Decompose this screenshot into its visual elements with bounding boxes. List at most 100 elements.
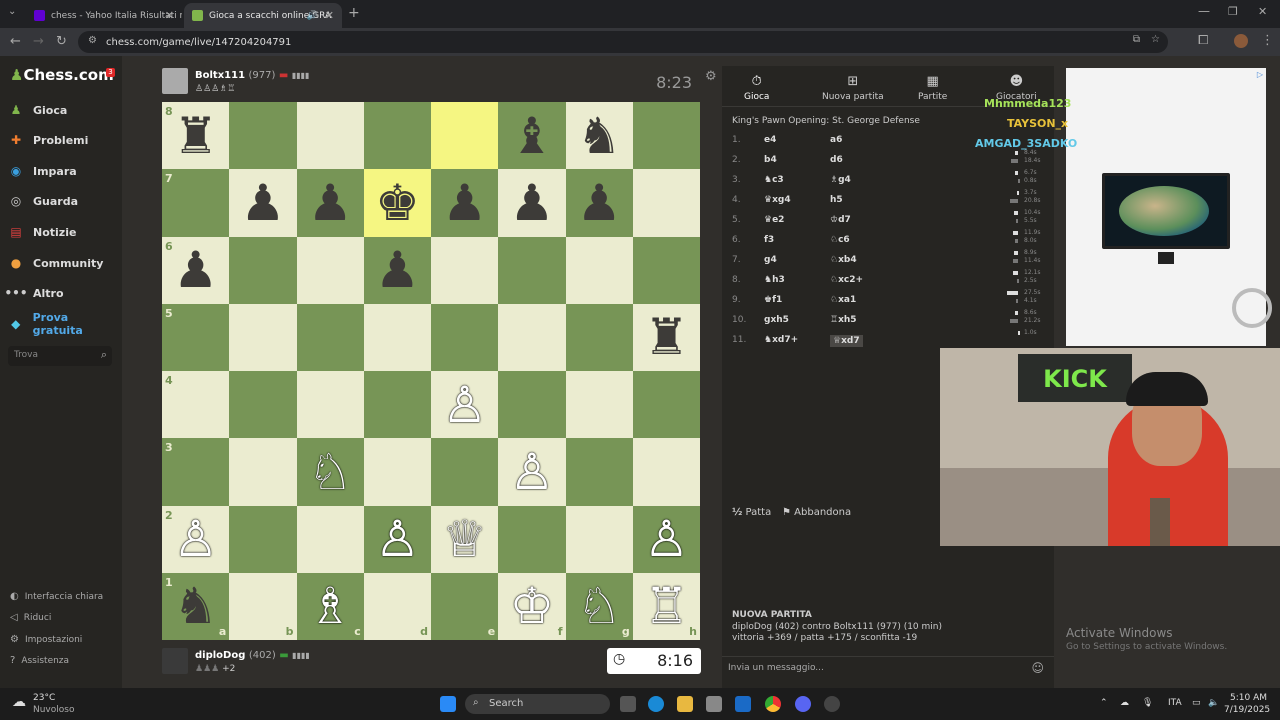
discord-icon[interactable] xyxy=(795,696,811,712)
square-a3[interactable]: 3 xyxy=(162,438,230,506)
move-white[interactable]: g4 xyxy=(764,255,777,265)
browser-menu-icon[interactable]: ⋮ xyxy=(1261,33,1274,48)
piece-h5[interactable]: ♜ xyxy=(633,304,700,371)
piece-e7[interactable]: ♟ xyxy=(431,169,498,236)
move-black[interactable]: d6 xyxy=(830,155,843,165)
move-black[interactable]: ♘xb4 xyxy=(830,255,857,265)
forward-icon[interactable]: → xyxy=(33,34,44,49)
sidebar-theme-toggle[interactable]: ◐ Interfaccia chiara xyxy=(10,591,103,602)
volume-icon[interactable]: 🔈 xyxy=(1208,698,1219,708)
square-d4[interactable] xyxy=(363,371,431,439)
move-black[interactable]: ♘xa1 xyxy=(830,295,856,305)
square-f2[interactable] xyxy=(498,505,566,573)
search-icon[interactable]: ⌕ xyxy=(101,348,107,362)
chat-input[interactable]: Invia un messaggio... ☺ xyxy=(722,656,1054,680)
advertisement[interactable]: ▷ xyxy=(1066,68,1272,346)
close-icon[interactable]: ✕ xyxy=(325,9,334,22)
piece-f3[interactable]: ♙ xyxy=(498,438,565,505)
weather-temp[interactable]: 23°C xyxy=(33,693,55,703)
taskbar-search[interactable]: ⌕ Search xyxy=(465,694,610,714)
piece-e2[interactable]: ♕ xyxy=(431,506,498,573)
draw-button[interactable]: ½ Patta xyxy=(732,507,771,518)
piece-f7[interactable]: ♟ xyxy=(498,169,565,236)
move-black[interactable]: ♗g4 xyxy=(830,175,851,185)
notification-badge[interactable]: 3 xyxy=(106,68,115,77)
sidebar-collapse[interactable]: ◁ Riduci xyxy=(10,612,51,623)
move-white[interactable]: gxh5 xyxy=(764,315,789,325)
clock-time[interactable]: 5:10 AM xyxy=(1230,693,1267,703)
square-c2[interactable] xyxy=(296,505,364,573)
square-h6[interactable] xyxy=(632,236,700,304)
piece-a6[interactable]: ♟ xyxy=(162,237,229,304)
square-g6[interactable] xyxy=(565,236,633,304)
avatar[interactable] xyxy=(162,68,188,94)
new-tab-icon[interactable]: + xyxy=(348,5,360,21)
back-icon[interactable]: ← xyxy=(10,34,21,49)
chess-board[interactable]: 8 7 6 5 4 3 2 1 a b c d e f g h ♜ ♝ ♞ ♟ ♟ ♚ ♟ ♟ ♟ ♟ ♟ ♜ ♙ ♘ ♙ ♙ ♙ ♕ ♙ ♞ ♗ ♔ ♘ ♖ xyxy=(162,102,700,640)
network-icon[interactable]: ☁ xyxy=(1120,698,1129,708)
piece-a1[interactable]: ♞ xyxy=(162,573,229,640)
avatar[interactable] xyxy=(162,648,188,674)
move-white[interactable]: ♛xg4 xyxy=(764,195,791,205)
piece-f1[interactable]: ♔ xyxy=(498,573,565,640)
minimize-icon[interactable]: — xyxy=(1198,4,1210,18)
site-info-icon[interactable]: ⚙ xyxy=(88,35,97,46)
square-e5[interactable] xyxy=(431,303,499,371)
sidebar-item-problemi[interactable]: ✚ Problemi xyxy=(8,128,120,152)
move-white[interactable]: b4 xyxy=(764,155,777,165)
square-f6[interactable] xyxy=(498,236,566,304)
sidebar-item-gioca[interactable]: ♟ Gioca xyxy=(8,98,120,122)
piece-a2[interactable]: ♙ xyxy=(162,506,229,573)
window-close-icon[interactable]: ✕ xyxy=(1258,5,1267,18)
move-black[interactable]: h5 xyxy=(830,195,843,205)
piece-h1[interactable]: ♖ xyxy=(633,573,700,640)
square-h8[interactable] xyxy=(632,102,700,170)
sidebar-item-impara[interactable]: ◉ Impara xyxy=(8,159,120,183)
sidebar-settings[interactable]: ⚙ Impostazioni xyxy=(10,634,82,645)
reload-icon[interactable]: ↻ xyxy=(56,34,67,49)
square-d1[interactable]: d xyxy=(363,572,431,640)
piece-d6[interactable]: ♟ xyxy=(364,237,431,304)
square-d3[interactable] xyxy=(363,438,431,506)
square-a7[interactable]: 7 xyxy=(162,169,230,237)
piece-g8[interactable]: ♞ xyxy=(566,102,633,169)
emoji-icon[interactable]: ☺ xyxy=(1031,661,1044,675)
square-f5[interactable] xyxy=(498,303,566,371)
move-black[interactable]: a6 xyxy=(830,135,842,145)
square-g5[interactable] xyxy=(565,303,633,371)
square-b5[interactable] xyxy=(229,303,297,371)
weather-desc[interactable]: Nuvoloso xyxy=(33,705,74,715)
browser-tab-chess[interactable]: Gioca a scacchi online GRA 🔊 ✕ xyxy=(184,3,342,28)
language-indicator[interactable]: ITA xyxy=(1168,698,1182,708)
square-e6[interactable] xyxy=(431,236,499,304)
square-e3[interactable] xyxy=(431,438,499,506)
move-white[interactable]: ♞c3 xyxy=(764,175,784,185)
piece-c7[interactable]: ♟ xyxy=(297,169,364,236)
piece-g1[interactable]: ♘ xyxy=(566,573,633,640)
sidebar-item-altro[interactable]: ••• Altro xyxy=(5,281,120,305)
move-white[interactable]: ♞h3 xyxy=(764,275,785,285)
square-g2[interactable] xyxy=(565,505,633,573)
resign-button[interactable]: ⚑ Abbandona xyxy=(782,507,851,518)
address-bar[interactable]: ⚙ chess.com/game/live/147204204791 ⧉ ☆ xyxy=(78,31,1168,53)
move-white[interactable]: f3 xyxy=(764,235,774,245)
audio-icon[interactable]: 🔊 xyxy=(307,11,318,21)
move-white[interactable]: e4 xyxy=(764,135,776,145)
move-black[interactable]: ♖xh5 xyxy=(830,315,857,325)
square-c4[interactable] xyxy=(296,371,364,439)
adchoices-icon[interactable]: ▷ xyxy=(1257,70,1263,79)
profile-avatar[interactable] xyxy=(1234,34,1248,48)
tab-partite[interactable]: ▦ Partite xyxy=(918,74,947,102)
square-b4[interactable] xyxy=(229,371,297,439)
clock-date[interactable]: 7/19/2025 xyxy=(1224,705,1270,715)
piece-c1[interactable]: ♗ xyxy=(297,573,364,640)
square-c5[interactable] xyxy=(296,303,364,371)
move-white[interactable]: ♛e2 xyxy=(764,215,784,225)
square-h4[interactable] xyxy=(632,371,700,439)
piece-f8[interactable]: ♝ xyxy=(498,102,565,169)
move-white[interactable]: ♞xd7+ xyxy=(764,335,798,345)
outlook-icon[interactable] xyxy=(735,696,751,712)
square-b6[interactable] xyxy=(229,236,297,304)
square-h3[interactable] xyxy=(632,438,700,506)
sidebar-item-notizie[interactable]: ▤ Notizie xyxy=(8,220,120,244)
